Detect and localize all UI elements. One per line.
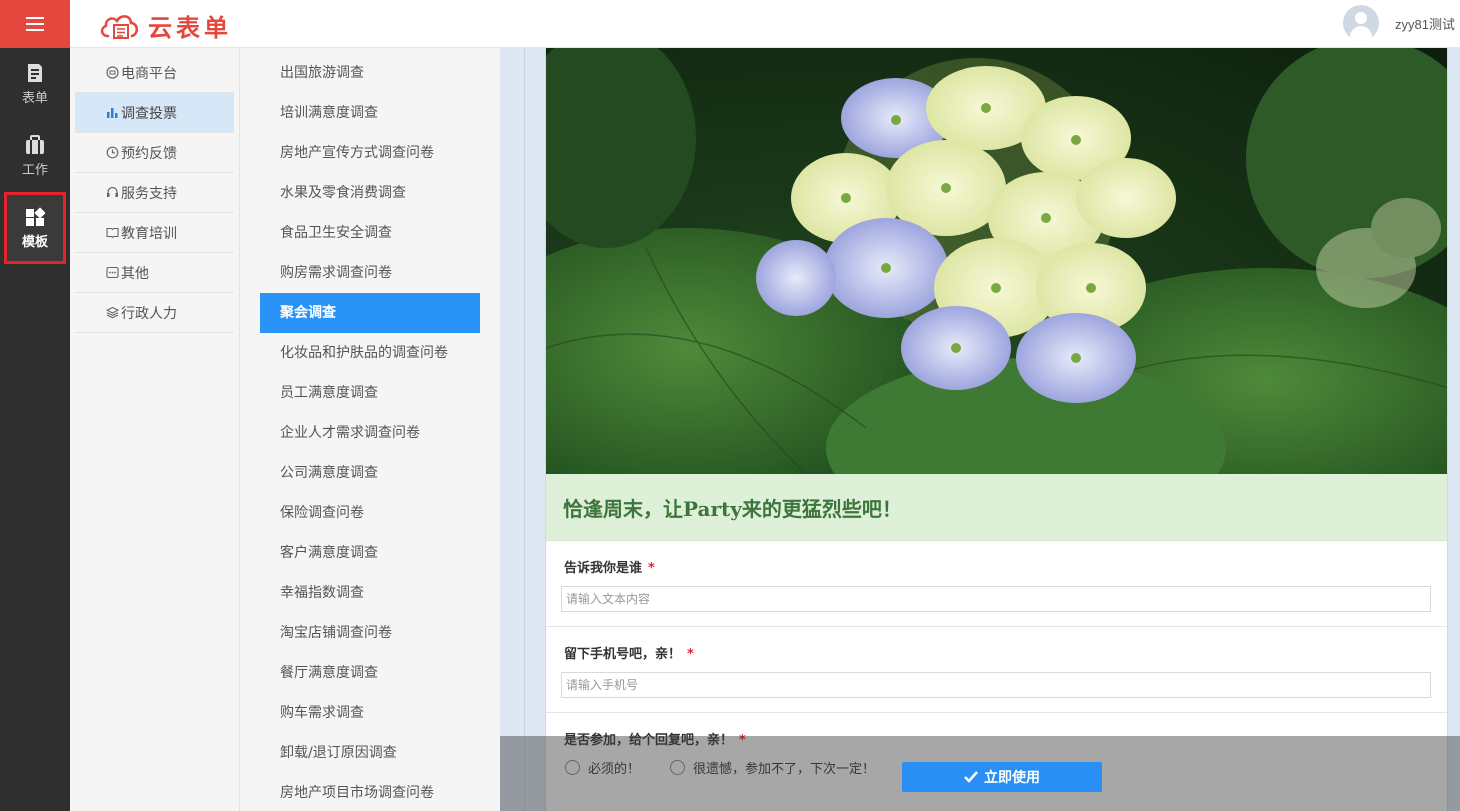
nav-item-templates[interactable]: 模板	[0, 192, 70, 264]
template-item[interactable]: 房地产项目市场调查问卷	[260, 773, 480, 811]
field-name: 告诉我你是谁 *	[546, 541, 1447, 627]
hamburger-icon	[26, 17, 44, 31]
category-label: 其他	[121, 265, 149, 282]
username: zyy81测试	[1395, 16, 1455, 32]
cloud-form-logo-icon	[100, 14, 138, 39]
template-item[interactable]: 企业人才需求调查问卷	[260, 413, 480, 453]
category-item-survey[interactable]: 调查投票	[75, 93, 234, 133]
category-item-other[interactable]: 其他	[75, 253, 234, 293]
form-icon	[28, 63, 42, 82]
clock-icon	[105, 145, 120, 160]
checkmark-icon	[964, 771, 978, 783]
field-phone: 留下手机号吧，亲！ *	[546, 627, 1447, 713]
template-item-selected[interactable]: 聚会调查	[260, 293, 480, 333]
nav-item-label: 工作	[21, 162, 48, 178]
template-item[interactable]: 卸载/退订原因调查	[260, 733, 480, 773]
category-item-support[interactable]: 服务支持	[75, 173, 234, 213]
template-item[interactable]: 保险调查问卷	[260, 493, 480, 533]
template-item[interactable]: 培训满意度调查	[260, 93, 480, 133]
avatar[interactable]	[1343, 5, 1380, 41]
use-template-button[interactable]: 立即使用	[902, 762, 1102, 792]
category-item-booking[interactable]: 预约反馈	[75, 133, 234, 173]
hamburger-menu-button[interactable]	[0, 0, 70, 48]
form-title: 恰逢周末，让Party来的更猛烈些吧！	[546, 474, 1447, 541]
category-label: 行政人力	[121, 305, 177, 322]
nav-item-label: 表单	[21, 90, 48, 106]
phone-input[interactable]	[561, 672, 1431, 698]
template-item[interactable]: 公司满意度调查	[260, 453, 480, 493]
top-bar: 云表单 zyy81测试	[0, 0, 1460, 48]
template-item[interactable]: 食品卫生安全调查	[260, 213, 480, 253]
hydrangea-illustration	[546, 48, 1447, 474]
category-label: 预约反馈	[121, 145, 177, 162]
category-label: 电商平台	[121, 65, 177, 82]
category-item-hr[interactable]: 行政人力	[75, 293, 234, 333]
book-icon	[105, 225, 120, 240]
logo-text: 云表单	[148, 14, 232, 42]
template-list: 出国旅游调查 培训满意度调查 房地产宣传方式调查问卷 水果及零食消费调查 食品卫…	[240, 48, 500, 811]
template-item[interactable]: 出国旅游调查	[260, 53, 480, 93]
app-logo[interactable]: 云表单	[98, 8, 232, 43]
required-mark: *	[687, 647, 694, 662]
template-item[interactable]: 客户满意度调查	[260, 533, 480, 573]
template-item[interactable]: 房地产宣传方式调查问卷	[260, 133, 480, 173]
template-grid-icon	[26, 206, 45, 226]
user-menu[interactable]: zyy81测试	[1343, 5, 1455, 41]
nav-item-work[interactable]: 工作	[0, 120, 70, 192]
hero-image-hydrangea	[546, 48, 1447, 474]
briefcase-icon	[26, 134, 44, 154]
template-item[interactable]: 淘宝店铺调查问卷	[260, 613, 480, 653]
category-label: 教育培训	[121, 225, 177, 242]
use-button-label: 立即使用	[984, 770, 1040, 786]
category-item-education[interactable]: 教育培训	[75, 213, 234, 253]
template-item[interactable]: 水果及零食消费调查	[260, 173, 480, 213]
template-item[interactable]: 幸福指数调查	[260, 573, 480, 613]
category-list: 电商平台 调查投票 预约反馈 服务支持 教育培训 其他 行政人力	[70, 48, 240, 811]
form-preview-card: 恰逢周末，让Party来的更猛烈些吧！ 告诉我你是谁* 留下手机号吧，亲！* 是…	[545, 48, 1448, 811]
template-item[interactable]: 餐厅满意度调查	[260, 653, 480, 693]
main-nav-rail: 表单 工作 模板	[0, 48, 70, 811]
field-label: 留下手机号吧，亲！ *	[564, 647, 694, 662]
nav-item-forms[interactable]: 表单	[0, 48, 70, 120]
shop-icon	[105, 65, 120, 80]
headset-icon	[105, 185, 120, 200]
template-item[interactable]: 化妆品和护肤品的调查问卷	[260, 333, 480, 373]
nav-item-label: 模板	[21, 234, 48, 250]
template-item[interactable]: 购房需求调查问卷	[260, 253, 480, 293]
template-item[interactable]: 员工满意度调查	[260, 373, 480, 413]
bar-chart-icon	[105, 105, 120, 120]
more-icon	[105, 265, 120, 280]
category-label: 调查投票	[121, 105, 177, 122]
name-input[interactable]	[561, 586, 1431, 612]
category-label: 服务支持	[121, 185, 177, 202]
active-nav-frame: 模板	[4, 192, 66, 264]
field-label: 告诉我你是谁 *	[564, 561, 655, 576]
template-item[interactable]: 购车需求调查	[260, 693, 480, 733]
layers-icon	[105, 305, 120, 320]
category-item-ecommerce[interactable]: 电商平台	[75, 53, 234, 93]
required-mark: *	[648, 561, 655, 576]
